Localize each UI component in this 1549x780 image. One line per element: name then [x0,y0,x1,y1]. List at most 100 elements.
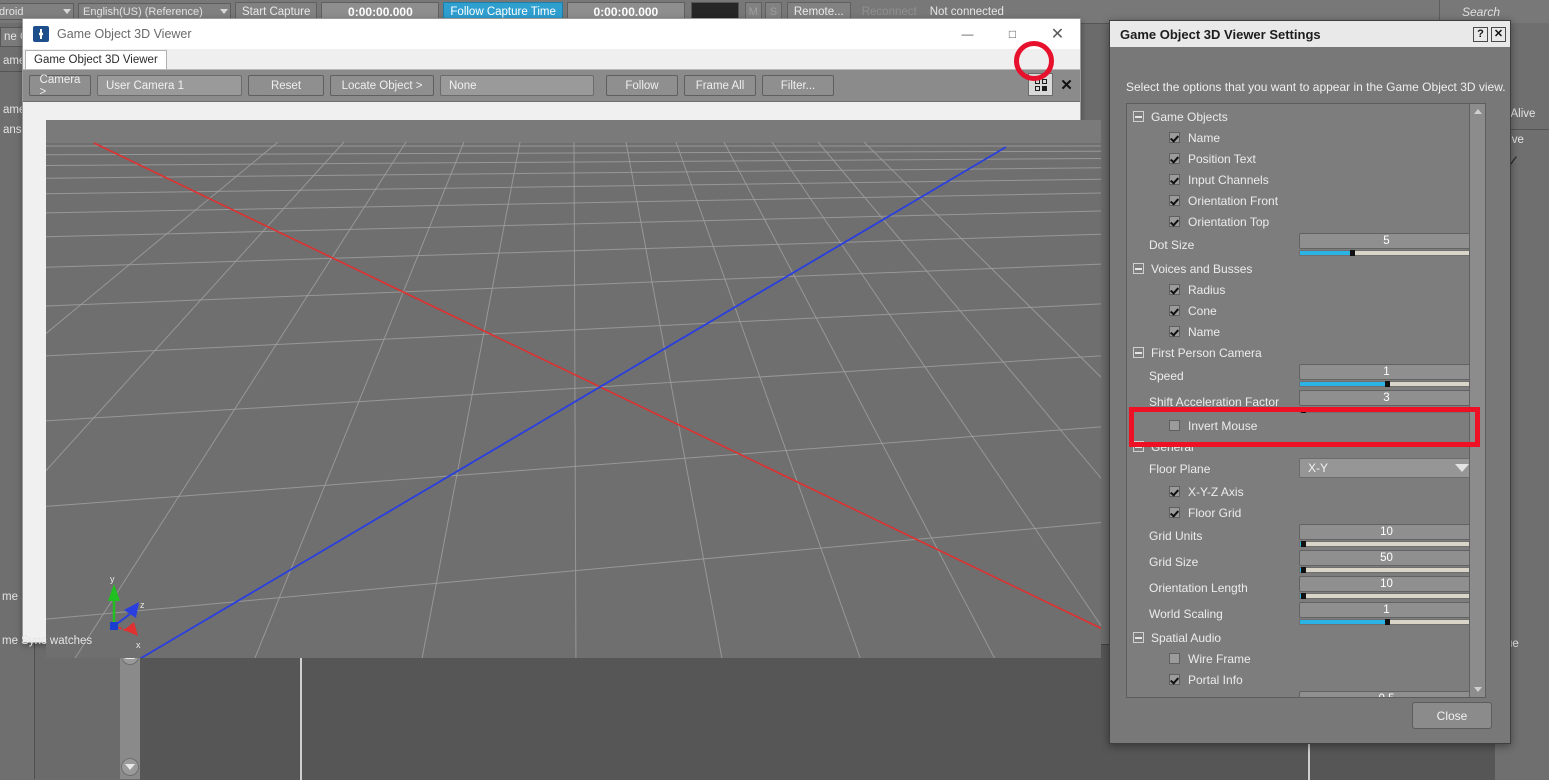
slider-track[interactable] [1299,567,1474,573]
camera-value-field[interactable]: User Camera 1 [97,75,242,96]
settings-row-first-person-camera[interactable]: First Person Camera [1127,342,1470,363]
settings-row-name[interactable]: Name [1127,321,1470,342]
slider-track[interactable] [1299,593,1474,599]
viewer-settings-dialog: Game Object 3D Viewer Settings ? ✕ Selec… [1109,20,1511,744]
settings-row-voices-and-busses[interactable]: Voices and Busses [1127,258,1470,279]
checkbox-label: Position Text [1188,152,1256,166]
checkbox-position-text[interactable] [1169,153,1180,164]
settings-row-x-y-z-axis[interactable]: X-Y-Z Axis [1127,481,1470,502]
group-collapse-icon[interactable] [1133,111,1144,122]
checkbox-floor-grid[interactable] [1169,507,1180,518]
settings-row-portal-info[interactable]: Portal Info [1127,669,1470,690]
camera-menu-button[interactable]: Camera > [29,75,91,96]
slider-knob[interactable] [1350,250,1355,256]
close-view-icon[interactable]: ✕ [1057,74,1076,95]
slider-transparency[interactable]: 0.5 [1299,691,1474,698]
reset-button[interactable]: Reset [248,75,324,96]
follow-button[interactable]: Follow [606,75,678,96]
settings-row-spatial-audio[interactable]: Spatial Audio [1127,627,1470,648]
slider-speed[interactable]: 1 [1299,364,1474,387]
checkbox-radius[interactable] [1169,284,1180,295]
slider-label: Transparency [1149,696,1222,698]
slider-knob[interactable] [1385,381,1390,387]
checkbox-orientation-front[interactable] [1169,195,1180,206]
slider-label: Dot Size [1149,238,1194,252]
settings-dialog-body: Select the options that you want to appe… [1110,47,1510,743]
settings-row-speed[interactable]: Speed1 [1127,363,1470,389]
slider-track[interactable] [1299,541,1474,547]
bottom-scrollbar[interactable] [120,644,141,779]
settings-row-world-scaling[interactable]: World Scaling1 [1127,601,1470,627]
checkbox-cone[interactable] [1169,305,1180,316]
scroll-down-icon[interactable] [121,758,139,776]
checkbox-name[interactable] [1169,326,1180,337]
filter-button[interactable]: Filter... [762,75,834,96]
scroll-down-icon[interactable] [1470,682,1485,697]
checkbox-label: Portal Info [1188,673,1243,687]
combo-value: X-Y [1308,461,1328,475]
slider-knob[interactable] [1385,619,1390,625]
checkbox-orientation-top[interactable] [1169,216,1180,227]
slider-label: Speed [1149,369,1184,383]
settings-options-list[interactable]: Game Objects Name Position Text Input Chann… [1126,103,1486,698]
window-titlebar[interactable]: Game Object 3D Viewer — □ ✕ [23,19,1080,49]
slider-orientation-length[interactable]: 10 [1299,576,1474,599]
close-dialog-button[interactable]: ✕ [1491,27,1506,42]
group-collapse-icon[interactable] [1133,632,1144,643]
language-combo-value: English(US) (Reference) [83,6,203,18]
tab-game-object-3d-viewer[interactable]: Game Object 3D Viewer [25,50,167,69]
settings-list-scrollbar[interactable] [1469,104,1485,697]
settings-row-orientation-length[interactable]: Orientation Length10 [1127,575,1470,601]
slider-grid-units[interactable]: 10 [1299,524,1474,547]
settings-row-name[interactable]: Name [1127,127,1470,148]
checkbox-input-channels[interactable] [1169,174,1180,185]
slider-track[interactable] [1299,619,1474,625]
settings-row-grid-size[interactable]: Grid Size50 [1127,549,1470,575]
combo-floor-plane[interactable]: X-Y [1299,458,1474,478]
group-collapse-icon[interactable] [1133,347,1144,358]
settings-row-orientation-front[interactable]: Orientation Front [1127,190,1470,211]
checkbox-x-y-z-axis[interactable] [1169,486,1180,497]
settings-row-position-text[interactable]: Position Text [1127,148,1470,169]
locate-object-button[interactable]: Locate Object > [330,75,434,96]
slider-world-scaling[interactable]: 1 [1299,602,1474,625]
settings-row-floor-plane[interactable]: Floor PlaneX-Y [1127,457,1470,481]
checkbox-name[interactable] [1169,132,1180,143]
minimize-button[interactable]: — [945,20,990,49]
checkbox-label: Name [1188,325,1220,339]
settings-row-radius[interactable]: Radius [1127,279,1470,300]
settings-row-input-channels[interactable]: Input Channels [1127,169,1470,190]
settings-row-cone[interactable]: Cone [1127,300,1470,321]
group-collapse-icon[interactable] [1133,263,1144,274]
locate-object-value-field[interactable]: None [440,75,594,96]
settings-row-grid-units[interactable]: Grid Units10 [1127,523,1470,549]
slider-value: 1 [1299,602,1474,618]
slider-knob[interactable] [1301,541,1306,547]
slider-track[interactable] [1299,250,1474,256]
group-label: First Person Camera [1151,346,1262,360]
slider-knob[interactable] [1301,567,1306,573]
slider-track[interactable] [1299,381,1474,387]
slider-value: 0.5 [1299,691,1474,698]
slider-grid-size[interactable]: 50 [1299,550,1474,573]
slider-knob[interactable] [1301,593,1306,599]
frame-all-button[interactable]: Frame All [684,75,756,96]
svg-text:z: z [140,600,145,610]
settings-row-floor-grid[interactable]: Floor Grid [1127,502,1470,523]
slider-dot-size[interactable]: 5 [1299,233,1474,256]
checkbox-label: Name [1188,131,1220,145]
settings-row-wire-frame[interactable]: Wire Frame [1127,648,1470,669]
settings-row-transparency[interactable]: Transparency0.5 [1127,690,1470,698]
settings-dialog-titlebar[interactable]: Game Object 3D Viewer Settings ? ✕ [1110,21,1510,48]
checkbox-wire-frame[interactable] [1169,653,1180,664]
help-button[interactable]: ? [1473,27,1488,42]
checkbox-portal-info[interactable] [1169,674,1180,685]
scroll-up-icon[interactable] [1470,104,1485,119]
settings-row-orientation-top[interactable]: Orientation Top [1127,211,1470,232]
window-title: Game Object 3D Viewer [57,27,192,41]
close-settings-button[interactable]: Close [1412,702,1492,729]
settings-row-game-objects[interactable]: Game Objects [1127,106,1470,127]
platform-combo-value: droid [0,6,23,18]
settings-row-dot-size[interactable]: Dot Size5 [1127,232,1470,258]
3d-viewport[interactable]: y z x [46,120,1101,658]
